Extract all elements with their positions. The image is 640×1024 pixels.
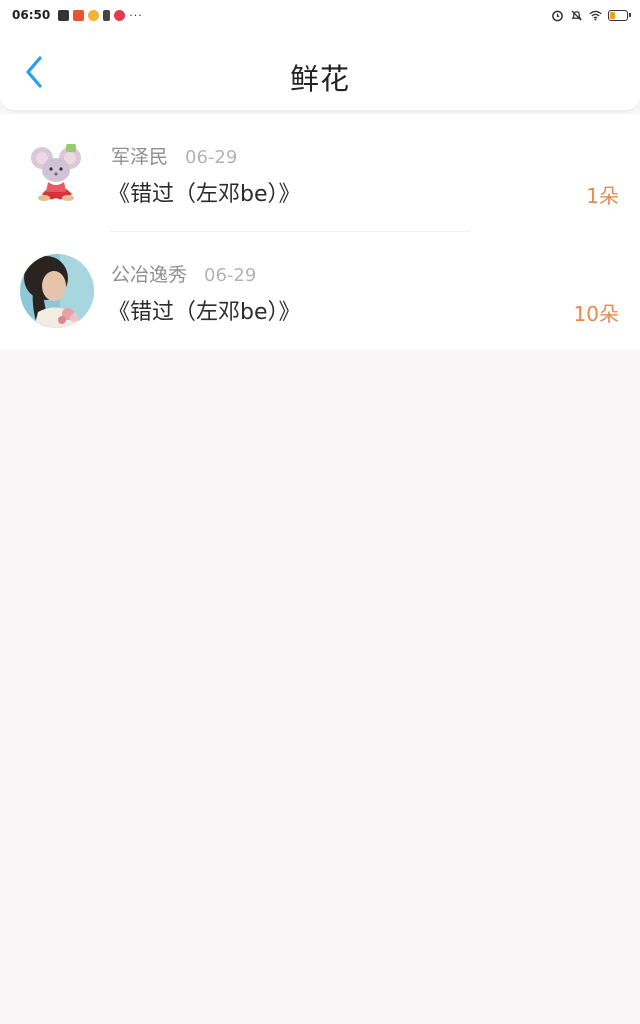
wifi-icon [589,10,602,21]
weibo-icon [88,9,100,21]
status-bar: 06:50 ··· [0,0,640,30]
notification-icon [58,9,70,21]
flower-count: 10朵 [573,302,619,326]
flower-count: 1朵 [586,184,619,208]
avatar[interactable] [20,254,94,328]
status-right [551,9,631,22]
notification-icon [73,9,85,21]
mute-bell-icon [571,9,582,21]
page-title: 鲜花 [289,62,350,96]
flower-list: 军泽民 06-29 《错过（左邓be）》 1朵 公冶逸秀 06-29 《错过（左… [0,114,640,350]
item-header: 公冶逸秀 06-29 [111,260,256,287]
user-name[interactable]: 军泽民 [111,142,168,169]
nav-bar: 鲜花 [0,30,640,110]
alarm-icon [552,10,563,21]
list-item[interactable]: 军泽民 06-29 《错过（左邓be）》 1朵 [0,114,640,232]
person-avatar-image [20,254,94,328]
avatar[interactable] [20,136,94,210]
item-date: 06-29 [185,147,238,168]
user-name[interactable]: 公冶逸秀 [111,260,187,287]
work-title[interactable]: 《错过（左邓be）》 [108,294,301,326]
notification-icon [103,9,111,21]
status-left: 06:50 ··· [12,8,143,22]
list-item[interactable]: 公冶逸秀 06-29 《错过（左邓be）》 10朵 [0,232,640,350]
status-time: 06:50 [12,8,51,22]
notification-icon [114,9,126,21]
battery-icon [608,9,631,21]
work-title[interactable]: 《错过（左邓be）》 [108,176,301,208]
item-date: 06-29 [204,265,257,286]
more-notifications-icon: ··· [129,8,143,22]
mouse-avatar-image [20,136,94,210]
item-header: 军泽民 06-29 [111,142,237,169]
